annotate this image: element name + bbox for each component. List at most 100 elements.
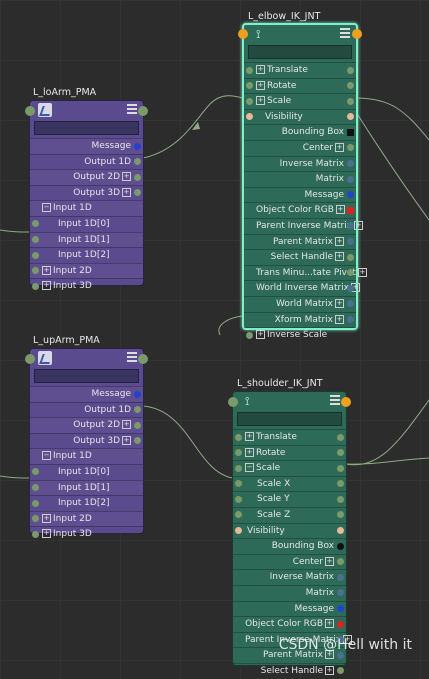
- attr-row[interactable]: Select Handle +: [233, 662, 346, 679]
- expand-icon[interactable]: +: [122, 172, 131, 182]
- attr-row[interactable]: + Translate: [244, 62, 356, 78]
- attr-row[interactable]: Inverse Matrix: [233, 569, 346, 585]
- menu-icon[interactable]: [127, 352, 137, 362]
- attr-row[interactable]: Xform Matrix +: [244, 311, 356, 328]
- attr-plug-icon[interactable]: [235, 511, 242, 519]
- attr-row[interactable]: Inverse Matrix: [244, 155, 356, 172]
- node-upArm-pma[interactable]: Message Output 1D Output 2D + Output 3D + …: [25, 348, 148, 539]
- expand-icon[interactable]: +: [256, 96, 265, 106]
- expand-icon[interactable]: +: [42, 513, 51, 523]
- attr-row[interactable]: + Translate: [233, 429, 346, 445]
- expand-icon[interactable]: +: [335, 314, 344, 324]
- attr-plug-icon[interactable]: [347, 222, 354, 230]
- attr-row[interactable]: Matrix: [244, 171, 356, 187]
- attr-row[interactable]: Input 1D[0]: [30, 215, 143, 232]
- expand-icon[interactable]: +: [256, 65, 265, 74]
- attr-plug-icon[interactable]: [347, 253, 354, 261]
- attr-plug-icon[interactable]: [32, 282, 39, 290]
- attr-plug-icon[interactable]: [32, 515, 39, 523]
- attr-plug-icon[interactable]: [347, 206, 354, 214]
- attr-plug-icon[interactable]: [134, 173, 141, 181]
- attr-plug-icon[interactable]: [347, 128, 354, 136]
- expand-icon[interactable]: +: [357, 267, 367, 277]
- menu-icon[interactable]: [127, 104, 137, 114]
- attr-plug-icon[interactable]: [246, 113, 253, 121]
- attr-plug-icon[interactable]: [32, 499, 39, 507]
- expand-icon[interactable]: +: [42, 529, 51, 539]
- output-port-icon[interactable]: [352, 29, 362, 39]
- attr-plug-icon[interactable]: [134, 158, 141, 166]
- expand-icon[interactable]: +: [335, 236, 344, 246]
- node-name-field[interactable]: [248, 45, 352, 59]
- attr-plug-icon[interactable]: [347, 175, 354, 183]
- attr-plug-icon[interactable]: [337, 605, 344, 613]
- attr-plug-icon[interactable]: [32, 530, 39, 538]
- attr-plug-icon[interactable]: [337, 558, 344, 566]
- attr-row[interactable]: + Rotate: [244, 77, 356, 94]
- expand-icon[interactable]: +: [325, 556, 334, 566]
- attr-row[interactable]: Parent Matrix +: [244, 233, 356, 250]
- menu-icon[interactable]: [330, 395, 340, 405]
- attr-row[interactable]: Output 2D +: [30, 169, 143, 185]
- attr-row[interactable]: Message: [30, 386, 143, 402]
- attr-row[interactable]: − Input 1D: [30, 200, 143, 216]
- attr-plug-icon[interactable]: [32, 236, 39, 244]
- attr-row[interactable]: Bounding Box: [244, 124, 356, 140]
- node-elbow-joint[interactable]: ⟟ + Translate + Rotate + Scale Visibility B…: [238, 23, 367, 340]
- attr-row[interactable]: + Rotate: [233, 444, 346, 461]
- attr-plug-icon[interactable]: [235, 464, 242, 472]
- attr-row[interactable]: Object Color RGB +: [233, 616, 346, 632]
- attr-plug-icon[interactable]: [246, 66, 253, 74]
- attr-plug-icon[interactable]: [235, 433, 242, 441]
- attr-row[interactable]: World Matrix +: [244, 295, 356, 312]
- attr-plug-icon[interactable]: [337, 449, 344, 457]
- attr-plug-icon[interactable]: [134, 142, 141, 150]
- output-port-icon[interactable]: [138, 106, 148, 116]
- attr-row[interactable]: Output 1D: [30, 401, 143, 418]
- expand-icon[interactable]: +: [42, 281, 51, 291]
- attr-plug-icon[interactable]: [347, 300, 354, 308]
- attr-plug-icon[interactable]: [337, 573, 344, 581]
- attr-plug-icon[interactable]: [347, 284, 354, 292]
- attr-plug-icon[interactable]: [235, 495, 242, 503]
- expand-icon[interactable]: +: [335, 142, 344, 152]
- attr-plug-icon[interactable]: [134, 189, 141, 197]
- attr-row[interactable]: + Inverse Scale: [244, 327, 356, 343]
- attr-row[interactable]: Center +: [244, 139, 356, 156]
- attr-row[interactable]: Output 3D +: [30, 432, 143, 449]
- attr-plug-icon[interactable]: [337, 480, 344, 488]
- attr-row[interactable]: + Scale: [244, 93, 356, 109]
- attr-plug-icon[interactable]: [235, 449, 242, 457]
- attr-plug-icon[interactable]: [337, 589, 344, 597]
- attr-row[interactable]: Message: [233, 600, 346, 617]
- attr-plug-icon[interactable]: [347, 238, 354, 246]
- attr-row[interactable]: Matrix: [233, 584, 346, 601]
- attr-plug-icon[interactable]: [347, 144, 354, 152]
- attr-plug-icon[interactable]: [32, 267, 39, 275]
- attr-row[interactable]: Trans Minu...tate Pivot +: [244, 264, 367, 281]
- attr-row[interactable]: Output 1D: [30, 153, 143, 170]
- attr-plug-icon[interactable]: [235, 527, 242, 535]
- attr-row[interactable]: − Scale: [233, 460, 346, 476]
- node-name-field[interactable]: [237, 412, 342, 426]
- collapse-icon[interactable]: −: [245, 463, 254, 473]
- expand-icon[interactable]: +: [42, 265, 51, 275]
- attr-row[interactable]: Input 1D[1]: [30, 231, 143, 248]
- output-port-icon[interactable]: [138, 354, 148, 364]
- attr-plug-icon[interactable]: [337, 542, 344, 550]
- expand-icon[interactable]: +: [335, 298, 344, 308]
- input-port-icon[interactable]: [238, 29, 248, 39]
- attr-plug-icon[interactable]: [337, 527, 344, 535]
- attr-plug-icon[interactable]: [32, 220, 39, 228]
- attr-row[interactable]: + Input 2D: [30, 510, 143, 527]
- attr-row[interactable]: Scale X: [233, 475, 346, 492]
- attr-row[interactable]: Center +: [233, 553, 346, 570]
- expand-icon[interactable]: +: [122, 420, 131, 430]
- attr-plug-icon[interactable]: [134, 437, 141, 445]
- attr-plug-icon[interactable]: [337, 495, 344, 503]
- node-shoulder-joint[interactable]: ⟟ + Translate + Rotate − Scale Scale X Scal…: [228, 391, 353, 676]
- attr-plug-icon[interactable]: [246, 331, 253, 339]
- attr-row[interactable]: Select Handle +: [244, 249, 356, 265]
- expand-icon[interactable]: +: [245, 432, 254, 441]
- attr-plug-icon[interactable]: [337, 433, 344, 441]
